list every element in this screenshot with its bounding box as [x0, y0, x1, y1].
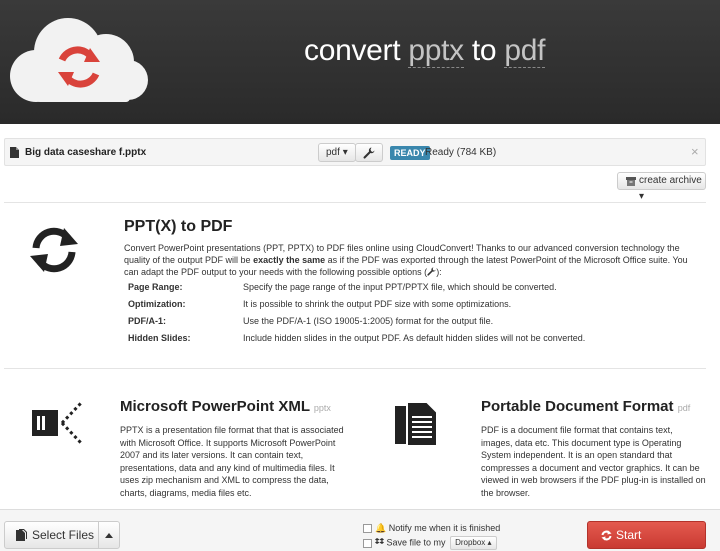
save-to-row: Save file to my Dropbox ▴ [363, 536, 497, 550]
divider [4, 368, 706, 369]
caret-up-icon [105, 533, 113, 538]
target-format-ext: pdf [677, 403, 691, 413]
notify-label: Notify me when it is finished [388, 523, 501, 533]
output-format-button[interactable]: pdf ▾ [318, 143, 356, 162]
bell-icon: 🔔 [375, 523, 387, 533]
desc-bold: exactly the same [253, 255, 326, 265]
status-badge: READY [390, 146, 430, 160]
option-label: PDF/A-1: [128, 316, 166, 326]
pdf-format-icon [395, 401, 438, 447]
source-format-ext: pptx [313, 403, 331, 413]
file-row: Big data caseshare f.pptx pdf ▾ READY Re… [4, 138, 706, 166]
desc-part-3: ): [436, 267, 442, 277]
divider [4, 202, 706, 203]
to-format-dropdown[interactable]: pdf [504, 34, 545, 68]
notify-row: 🔔 Notify me when it is finished [363, 523, 500, 534]
select-files-dropdown-button[interactable] [98, 521, 120, 549]
create-archive-label: create archive [639, 175, 702, 186]
caret-down-icon: ▾ [639, 191, 645, 202]
header: convert pptx to pdf [0, 0, 720, 124]
option-label: Hidden Slides: [128, 333, 191, 343]
archive-icon [626, 177, 636, 186]
conversion-title: PPT(X) to PDF [124, 218, 233, 235]
option-label: Optimization: [128, 299, 186, 309]
start-conversion-label: Start Conversion [616, 528, 642, 542]
convert-sync-icon [30, 227, 78, 273]
target-format-name: Portable Document Format [481, 398, 674, 415]
status-text: Ready (784 KB) [425, 147, 497, 158]
create-archive-button[interactable]: create archive ▾ [617, 172, 706, 202]
files-icon [16, 529, 27, 541]
remove-file-icon[interactable]: × [691, 144, 699, 159]
from-format-dropdown[interactable]: pptx [408, 34, 464, 68]
wrench-icon [427, 267, 436, 276]
source-format-name: Microsoft PowerPoint XML [120, 398, 310, 415]
select-files-button[interactable]: Select Files [4, 521, 99, 549]
refresh-icon [601, 530, 612, 541]
bottom-bar: Select Files 🔔 Notify me when it is fini… [0, 509, 720, 551]
conversion-description: Convert PowerPoint presentations (PPT, P… [124, 242, 702, 278]
save-to-dropbox-checkbox[interactable] [363, 538, 372, 548]
file-name: Big data caseshare f.pptx [25, 147, 147, 158]
options-button[interactable] [355, 143, 383, 162]
dropbox-label: Dropbox [455, 538, 486, 547]
notify-checkbox[interactable] [363, 524, 372, 534]
caret-up-icon: ▴ [487, 538, 492, 547]
option-description: Specify the page range of the input PPT/… [243, 282, 557, 292]
option-description: Include hidden slides in the output PDF.… [243, 333, 586, 343]
dropbox-icon [375, 538, 384, 545]
option-description: Use the PDF/A-1 (ISO 19005-1:2005) forma… [243, 316, 494, 326]
select-files-label: Select Files [32, 528, 95, 542]
page-title: convert pptx to pdf [304, 34, 545, 68]
wrench-icon [363, 147, 375, 159]
title-prefix: convert [304, 34, 401, 67]
option-description: It is possible to shrink the output PDF … [243, 299, 512, 309]
pptx-format-icon [32, 400, 84, 446]
option-label: Page Range: [128, 282, 183, 292]
file-icon [10, 147, 19, 158]
target-format-description: PDF is a document file format that conta… [481, 425, 706, 498]
save-to-label: Save file to my [386, 537, 446, 548]
title-mid: to [471, 34, 497, 67]
target-format-title: Portable Document Format pdf [481, 398, 690, 415]
dropbox-dropdown[interactable]: Dropbox ▴ [450, 536, 497, 550]
caret-down-icon: ▾ [342, 147, 348, 158]
output-format-label: pdf [326, 147, 340, 158]
source-format-title: Microsoft PowerPoint XML pptx [120, 398, 331, 415]
start-conversion-button[interactable]: Start Conversion [587, 521, 706, 549]
source-format-description: PPTX is a presentation file format that … [120, 425, 344, 498]
cloudconvert-logo[interactable] [6, 14, 151, 104]
